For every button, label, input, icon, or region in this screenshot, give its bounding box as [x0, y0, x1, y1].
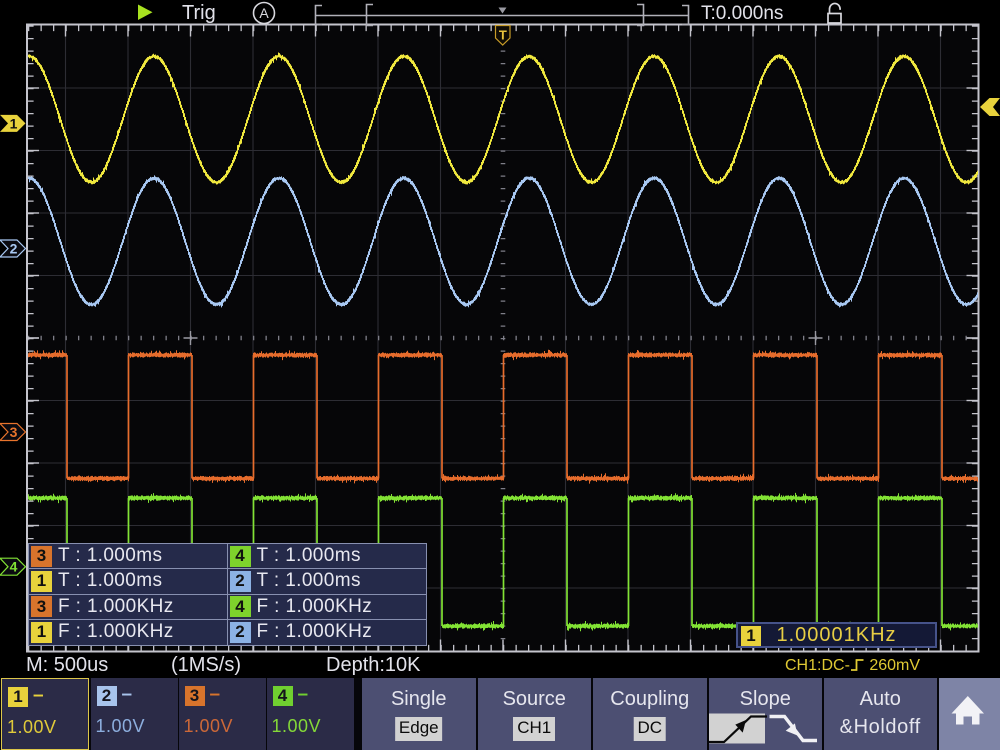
svg-text:2: 2: [10, 241, 18, 257]
svg-text:4: 4: [10, 559, 18, 575]
svg-text:T: T: [499, 28, 507, 43]
svg-text:3: 3: [10, 424, 18, 440]
svg-text:A: A: [259, 5, 269, 21]
svg-text:1: 1: [10, 115, 18, 131]
